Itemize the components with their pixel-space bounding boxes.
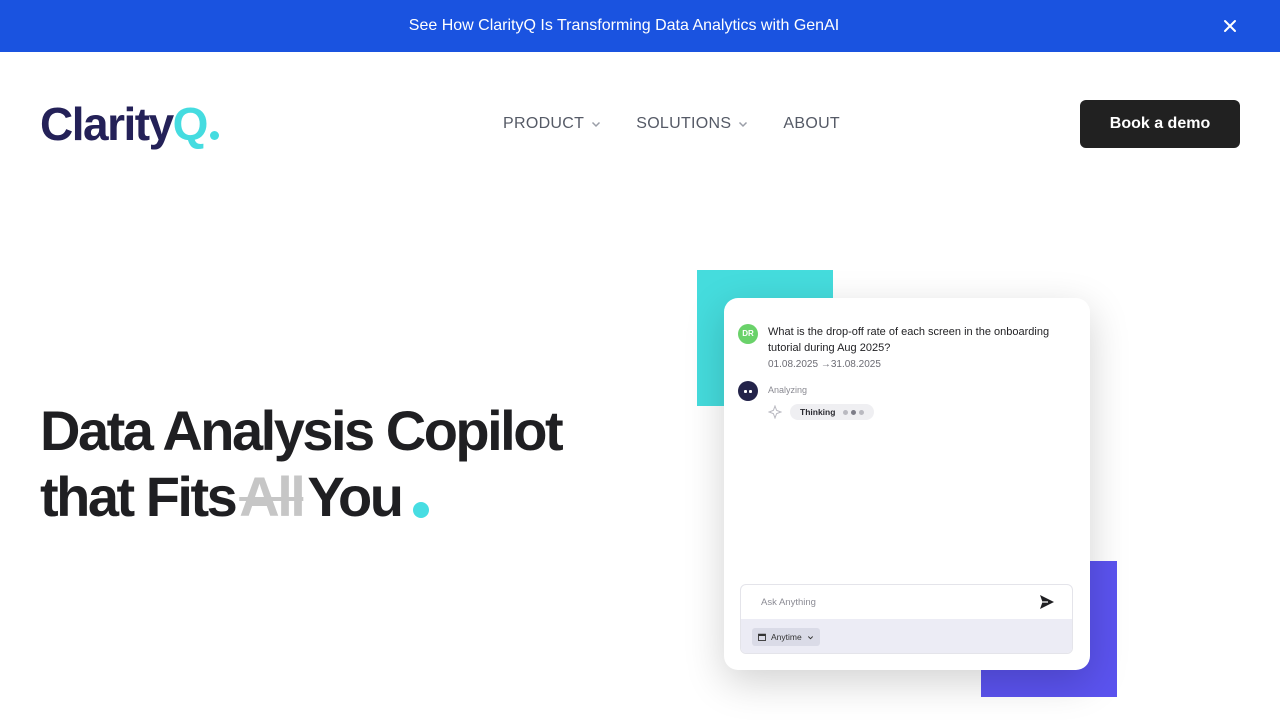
logo[interactable]: Clarity Q [40,96,220,152]
nav-item-about[interactable]: ABOUT [783,115,840,133]
status-text: Analyzing [768,385,808,395]
thinking-pill: Thinking [790,404,875,420]
logo-dot [210,131,220,140]
time-filter-dropdown[interactable]: Anytime [752,628,820,646]
close-icon[interactable] [1220,16,1240,36]
date-range: 01.08.2025 →31.08.2025 [768,359,881,370]
nav-item-product[interactable]: PRODUCT [503,115,602,133]
user-message: DR What is the drop-off rate of each scr… [738,324,1068,373]
hero-struck-word: All [239,465,306,528]
hero-line-2-suffix: You [307,465,404,528]
bot-avatar [738,381,758,401]
hero-title: Data Analysis Copilot that FitsAllYou [40,398,564,530]
chat-input-box: Anytime [740,584,1073,654]
hero-line-2: that FitsAllYou [40,464,561,530]
chat-preview-card: DR What is the drop-off rate of each scr… [724,298,1090,670]
logo-wordmark: Clarity [40,98,174,150]
nav-item-solutions[interactable]: SOLUTIONS [636,115,749,133]
announcement-link[interactable]: See How ClarityQ Is Transforming Data An… [0,0,1248,52]
book-demo-button[interactable]: Book a demo [1080,100,1240,148]
input-toolbar: Anytime [741,619,1072,653]
chevron-down-icon [739,121,748,128]
loading-dots [843,409,865,415]
user-question: What is the drop-off rate of each screen… [768,324,1068,373]
nav-item-label: PRODUCT [503,115,585,132]
hero-line-1: Data Analysis Copilot [40,399,564,462]
thinking-indicator: Thinking [768,404,875,420]
hero-accent-dot [413,502,430,518]
nav-item-label: ABOUT [783,115,841,132]
ask-input[interactable] [761,595,1021,609]
announcement-bar: See How ClarityQ Is Transforming Data An… [0,0,1280,52]
calendar-icon [758,633,766,641]
send-icon[interactable] [1038,593,1056,611]
time-filter-label: Anytime [771,632,802,642]
chevron-down-icon [592,121,601,128]
hero-line-2-prefix: that Fits [40,465,238,528]
user-avatar: DR [738,324,758,344]
main-nav: PRODUCT SOLUTIONS ABOUT [503,110,840,138]
bot-message: Analyzing [738,381,807,401]
thinking-label: Thinking [800,407,836,417]
chevron-down-icon [807,635,813,639]
question-text: What is the drop-off rate of each screen… [768,326,1050,354]
nav-item-label: SOLUTIONS [636,115,732,132]
logo-accent-letter: Q [172,98,209,150]
sparkle-icon [768,405,782,419]
